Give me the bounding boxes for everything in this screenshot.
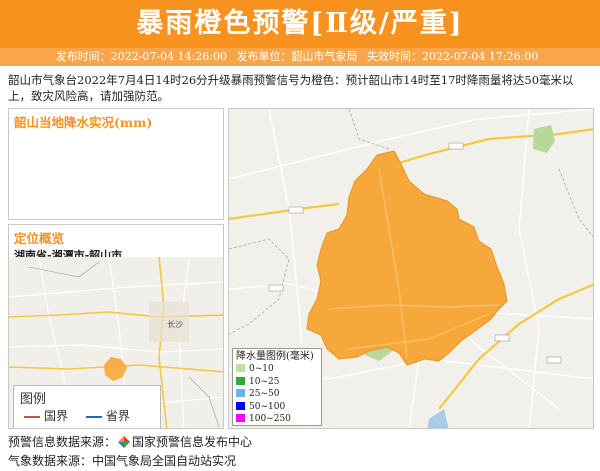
publisher: 发布单位：韶山市气象局 [236,50,358,63]
rainfall-panel: 韶山当地降水实况(mm) [8,108,224,220]
swatch-0-10-icon [236,364,245,372]
map-legend: 图例 国界 省界 [13,385,161,428]
map-legend-row: 国界 省界 [14,407,160,424]
map-legend-title: 图例 [20,392,47,407]
rainfall-legend-row: 50~100 [236,401,318,414]
rainfall-legend-label: 10~25 [249,376,280,387]
province-border-line-icon [85,415,102,418]
province-border-label: 省界 [105,409,130,423]
warning-meta: 发布时间：2022-07-04 14:26:00 发布单位：韶山市气象局 失效时… [0,48,600,66]
rainfall-legend-row: 0~10 [236,363,318,376]
warning-title: 暴雨橙色预警[Ⅱ级/严重] [136,8,464,39]
rainfall-legend-label: 50~100 [249,401,286,412]
location-panel: 定位概览 湖南省-湘潭市-韶山市 长沙 图例 国界 省界 [8,224,224,429]
overview-city-label: 长沙 [167,319,183,329]
rainfall-legend-label: 25~50 [249,389,280,399]
national-border-label: 国界 [44,409,69,423]
rainfall-legend-row: 100~250 [236,413,318,426]
warning-data-source: 预警信息数据来源： 国家预警信息发布中心 [8,433,252,450]
rainfall-legend-label: 0~10 [249,364,274,374]
warning-center-logo-icon [118,436,131,448]
swatch-50-100-icon [236,401,245,410]
swatch-25-50-icon [236,389,245,397]
warning-description: 韶山市气象台2022年7月4日14时26分升级暴雨预警信号为橙色：预计韶山市14… [8,73,574,103]
warning-header: 暴雨橙色预警[Ⅱ级/严重] 发布时间：2022-07-04 14:26:00 发… [0,0,600,66]
rainfall-legend-label: 100~250 [249,414,291,424]
weather-data-source: 气象数据来源：中国气象局全国自动站实况 [8,454,237,468]
rainfall-legend-row: 25~50 [236,388,318,401]
publish-time: 发布时间：2022-07-04 14:26:00 [55,50,227,63]
rainfall-panel-title: 韶山当地降水实况(mm) [14,115,153,130]
rainfall-legend-title: 降水量图例(毫米) [236,351,314,362]
national-border-line-icon [24,415,40,418]
rainfall-legend-row: 10~25 [236,376,318,389]
expire-time: 失效时间：2022-07-04 17:26:00 [367,50,539,63]
warning-source-org[interactable]: 国家预警信息发布中心 [132,435,252,449]
warning-source-label: 预警信息数据来源： [8,435,117,449]
location-panel-title: 定位概览 [14,231,65,246]
swatch-100-250-icon [236,414,245,422]
rainfall-legend: 降水量图例(毫米) 0~10 10~25 25~50 50~100 100~25… [232,348,322,426]
swatch-10-25-icon [236,376,245,385]
